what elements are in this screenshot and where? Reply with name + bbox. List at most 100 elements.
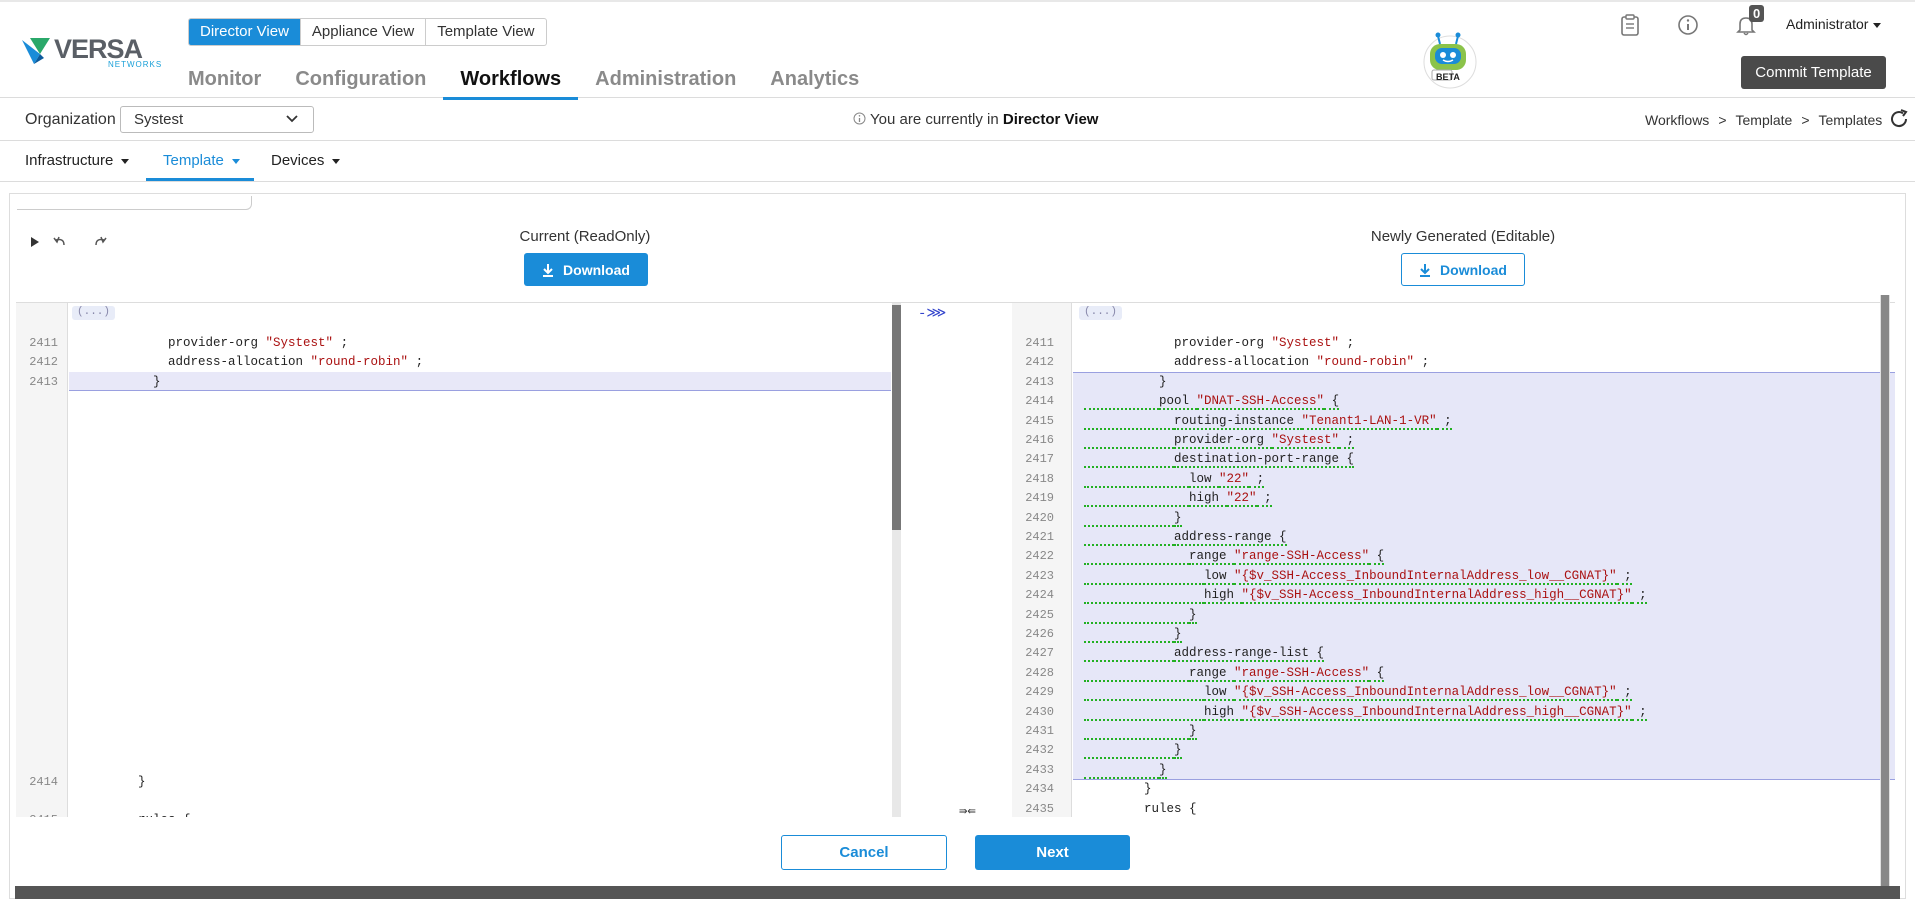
play-icon[interactable]	[14, 232, 40, 252]
header-icons: 0	[1615, 5, 1789, 40]
code-tail: ;	[1631, 588, 1647, 605]
view-tab[interactable]: Template View	[426, 19, 545, 45]
download-label: Download	[1440, 261, 1507, 278]
left-scrollbar[interactable]	[892, 303, 901, 817]
code-tail: ;	[1616, 685, 1632, 702]
code-line: low "{$v_SSH-Access_InboundInternalAddre…	[1084, 568, 1632, 585]
line-number: 2418	[1025, 471, 1054, 486]
code-line: range "range-SSH-Access" {	[1084, 665, 1385, 682]
director-info-view: Director View	[1002, 111, 1099, 128]
code-string: "DNAT-SSH-Access"	[1196, 394, 1325, 411]
code-text: provider-org	[1174, 336, 1272, 350]
commit-template-button[interactable]: Commit Template	[1741, 56, 1886, 89]
code-indent	[1084, 665, 1190, 682]
main-nav-item[interactable]: Monitor	[188, 64, 278, 100]
info-icon[interactable]	[1673, 10, 1703, 40]
code-indent	[1084, 568, 1205, 585]
main-nav-item[interactable]: Administration	[578, 64, 753, 100]
redo-icon[interactable]	[80, 232, 120, 252]
line-number: 2416	[1025, 433, 1054, 447]
bell-icon[interactable]: 0	[1731, 5, 1765, 40]
scrollbar-thumb[interactable]	[1881, 295, 1889, 887]
code-indent	[1084, 607, 1190, 624]
organization-select[interactable]: Systest	[120, 106, 314, 133]
next-button[interactable]: Next	[975, 835, 1130, 870]
user-menu[interactable]: Administrator	[1786, 16, 1882, 32]
code-string: "{$v_SSH-Access_InboundInternalAddress_h…	[1241, 704, 1632, 721]
fold-marker[interactable]: (...)	[72, 306, 116, 320]
merge-arrows-icon[interactable]: ⇛⇚	[959, 803, 976, 817]
code-line: routing-instance "Tenant1-LAN-1-VR" ;	[1084, 413, 1452, 430]
code-text: high	[1204, 704, 1242, 721]
breadcrumb: Workflows > Template > Templates	[1645, 112, 1891, 128]
horizontal-scrollbar[interactable]	[15, 886, 1900, 899]
download-icon	[1420, 263, 1431, 277]
main-nav-item[interactable]: Workflows	[443, 64, 579, 100]
line-number: 2415	[16, 813, 58, 817]
undo-icon[interactable]	[40, 232, 80, 252]
code-line: }	[1084, 510, 1182, 527]
fold-marker[interactable]: (...)	[1079, 306, 1123, 320]
generated-code-pane[interactable]: (...) 2411 provider-org "Systest" ; 2412 a…	[1012, 303, 1895, 817]
breadcrumb-item[interactable]: Templates	[1819, 112, 1883, 128]
code-indent	[1084, 530, 1175, 546]
code-line: address-allocation "round-robin" ;	[1084, 355, 1429, 369]
code-text: low	[1189, 471, 1220, 488]
versa-logo[interactable]: VERSA NETWORKS	[20, 32, 161, 72]
breadcrumb-item[interactable]: Workflows	[1645, 112, 1709, 128]
code-tail: ;	[1414, 355, 1430, 370]
subnav-template[interactable]: Template	[163, 152, 240, 169]
code-line: }	[1084, 375, 1167, 389]
line-number: 2423	[1025, 568, 1054, 583]
code-line: }	[1084, 627, 1182, 643]
code-indent	[1084, 510, 1175, 527]
main-nav-item[interactable]: Configuration	[278, 64, 443, 100]
diff-editor[interactable]: (...) 2411 provider-org "Systest" ; 2412 a…	[16, 302, 1895, 817]
code-text: pool	[1159, 394, 1197, 411]
scrollbar-thumb[interactable]	[892, 305, 901, 530]
merge-arrow-icon[interactable]: -⋙	[918, 305, 946, 322]
code-line: provider-org "Systest" ;	[1084, 433, 1355, 449]
code-text: rules {	[138, 813, 191, 817]
editor-toolbar	[14, 232, 120, 252]
line-number: 2426	[1025, 627, 1054, 641]
assistant-bot-icon[interactable]: BETA	[1416, 28, 1480, 92]
view-tab[interactable]: Appliance View	[301, 19, 427, 45]
code-text: }	[1174, 743, 1182, 760]
code-string: "{$v_SSH-Access_InboundInternalAddress_l…	[1234, 568, 1617, 585]
line-number: 2419	[1025, 491, 1054, 506]
brand-sub: NETWORKS	[108, 60, 163, 69]
view-switcher: Director View Appliance View Template View	[188, 18, 547, 46]
page-scrollbar[interactable]	[1880, 295, 1890, 887]
code-line: provider-org "Systest" ;	[1084, 336, 1354, 350]
code-tail: ;	[333, 336, 349, 350]
code-line: high "22" ;	[1084, 491, 1272, 508]
download-generated-button[interactable]: Download	[1401, 253, 1525, 286]
code-line: }	[78, 775, 146, 789]
code-tail: {	[1369, 665, 1385, 682]
subnav-infrastructure[interactable]: Infrastructure	[25, 152, 130, 169]
chevron-down-icon	[1873, 22, 1882, 28]
code-tail: ;	[1339, 433, 1355, 449]
refresh-icon[interactable]	[1888, 108, 1910, 130]
subnav-devices[interactable]: Devices	[271, 152, 341, 169]
code-tail: ;	[1616, 568, 1632, 585]
line-number: 2424	[1025, 588, 1054, 603]
code-line: low "22" ;	[1084, 471, 1265, 488]
caret-down-icon	[332, 158, 341, 164]
code-indent	[1084, 471, 1190, 488]
code-indent	[1084, 724, 1190, 740]
code-text: address-range {	[1174, 530, 1287, 546]
download-current-button[interactable]: Download	[524, 253, 648, 286]
code-tail: {	[1369, 549, 1385, 566]
line-number: 2417	[1025, 452, 1054, 467]
breadcrumb-item[interactable]: Template	[1736, 112, 1793, 128]
view-tab[interactable]: Director View	[189, 19, 301, 45]
line-number: 2413	[29, 374, 58, 389]
clipboard-icon[interactable]	[1615, 10, 1645, 40]
code-tail: ;	[1256, 491, 1272, 508]
cancel-button[interactable]: Cancel	[781, 835, 947, 870]
main-nav-item[interactable]: Analytics	[753, 64, 876, 100]
merge-gutter	[892, 303, 1012, 817]
